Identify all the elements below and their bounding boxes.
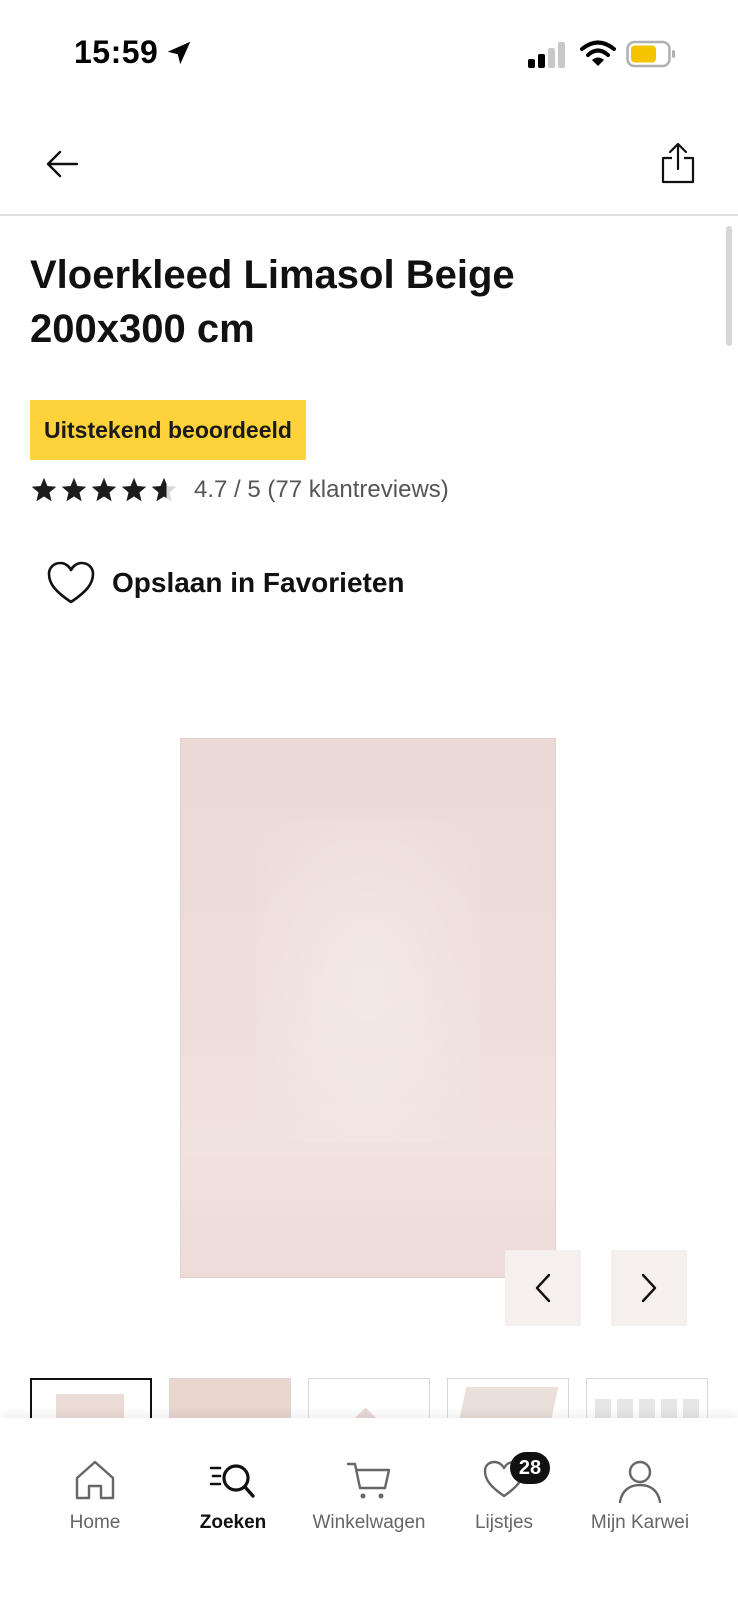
- chevron-left-icon: [535, 1273, 551, 1303]
- tab-account-label: Mijn Karwei: [590, 1512, 690, 1533]
- signal-icon: [528, 42, 565, 68]
- battery-icon: [626, 40, 675, 68]
- rating-badge: Uitstekend beoordeeld: [30, 400, 306, 460]
- tab-lists[interactable]: 28 Lijstjes: [434, 1452, 574, 1556]
- search-icon: [209, 1464, 255, 1498]
- chevron-right-icon: [641, 1273, 657, 1303]
- rating-text[interactable]: 4.7 / 5 (77 klantreviews): [194, 476, 449, 504]
- save-favorite-label: Opslaan in Favorieten: [112, 567, 405, 598]
- product-title: Vloerkleed Limasol Beige 200x300 cm: [30, 253, 515, 351]
- thumbnail-strip: [30, 1378, 710, 1418]
- thumbnail[interactable]: [308, 1378, 430, 1418]
- tab-home-label: Home: [69, 1512, 121, 1533]
- arrow-left-icon: [46, 150, 79, 178]
- tab-lists-label: Lijstjes: [474, 1512, 534, 1533]
- save-favorite-button[interactable]: Opslaan in Favorieten: [46, 558, 405, 608]
- carousel-prev-button[interactable]: [505, 1250, 581, 1326]
- tab-search-label: Zoeken: [199, 1512, 267, 1533]
- star-icon: [91, 477, 117, 502]
- tab-cart[interactable]: Winkelwagen: [299, 1456, 439, 1556]
- user-icon: [618, 1460, 662, 1504]
- status-bar: 15:59: [0, 0, 738, 100]
- image-sheen: [255, 819, 481, 1143]
- nav-header: [0, 128, 738, 216]
- product-image[interactable]: [180, 738, 556, 1278]
- star-half-icon: [151, 477, 177, 502]
- scroll-indicator: [726, 226, 732, 346]
- wifi-icon: [580, 40, 616, 66]
- tab-cart-label: Winkelwagen: [312, 1512, 426, 1533]
- tab-lists-badge: 28: [510, 1452, 550, 1484]
- tab-account[interactable]: Mijn Karwei: [570, 1456, 710, 1556]
- heart-icon: [47, 561, 95, 604]
- star-icon: [61, 477, 87, 502]
- share-button[interactable]: [654, 138, 702, 188]
- thumbnail[interactable]: [30, 1378, 152, 1418]
- status-time: 15:59: [74, 34, 159, 70]
- bottom-tab-bar: Home Zoeken Winkelwagen 28 Lijstjes Mijn…: [0, 1418, 738, 1600]
- cart-icon: [346, 1462, 391, 1499]
- thumbnail[interactable]: [447, 1378, 569, 1418]
- tab-home[interactable]: Home: [25, 1456, 165, 1556]
- star-icon: [31, 477, 57, 502]
- star-icon: [121, 477, 147, 502]
- carousel-next-button[interactable]: [611, 1250, 687, 1326]
- rating-row[interactable]: 4.7 / 5 (77 klantreviews): [30, 470, 449, 510]
- star-rating: [30, 476, 178, 504]
- home-icon: [75, 1460, 115, 1500]
- tab-search[interactable]: Zoeken: [163, 1456, 303, 1556]
- location-arrow-icon: [167, 41, 191, 65]
- thumbnail[interactable]: [169, 1378, 291, 1418]
- thumbnail[interactable]: [586, 1378, 708, 1418]
- back-button[interactable]: [40, 142, 84, 186]
- share-icon: [661, 142, 695, 184]
